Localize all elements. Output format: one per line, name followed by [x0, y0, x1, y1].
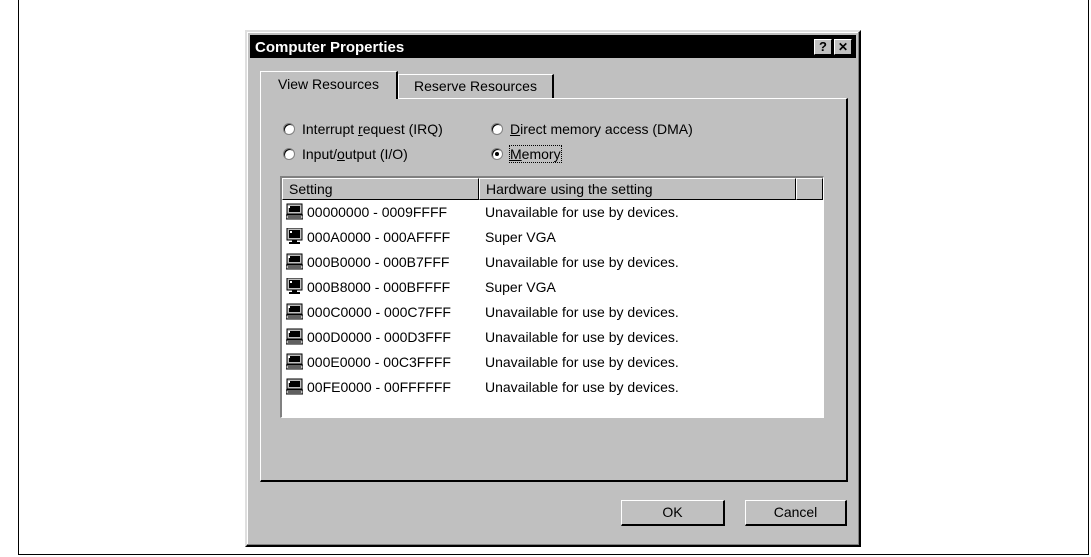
- hardware-cell: Unavailable for use by devices.: [485, 379, 679, 395]
- radio-dma[interactable]: Direct memory access (DMA): [491, 121, 693, 137]
- tab-reserve-resources-label: Reserve Resources: [414, 78, 537, 94]
- setting-cell: 000E0000 - 00C3FFFF: [307, 354, 451, 370]
- hardware-cell: Super VGA: [485, 279, 556, 295]
- tab-reserve-resources[interactable]: Reserve Resources: [398, 74, 554, 98]
- radio-memory-circle[interactable]: [491, 148, 503, 160]
- radio-io-circle[interactable]: [283, 148, 295, 160]
- cancel-button[interactable]: Cancel: [745, 500, 847, 526]
- column-header-hardware[interactable]: Hardware using the setting: [479, 178, 796, 200]
- radio-io[interactable]: Input/output (I/O): [283, 146, 408, 162]
- help-button[interactable]: ?: [814, 39, 832, 55]
- radio-memory-label: Memory: [509, 145, 562, 163]
- computer-icon: [285, 328, 304, 345]
- table-row[interactable]: 00000000 - 0009FFFF Unavailable for use b…: [282, 200, 823, 224]
- table-row[interactable]: 000A0000 - 000AFFFF Super VGA: [282, 225, 823, 249]
- table-row[interactable]: 000C0000 - 000C7FFF Unavailable for use b…: [282, 300, 823, 324]
- setting-cell: 000C0000 - 000C7FFF: [307, 304, 451, 320]
- close-button[interactable]: ✕: [834, 39, 852, 55]
- computer-icon: [285, 378, 304, 395]
- hardware-cell: Unavailable for use by devices.: [485, 254, 679, 270]
- tab-view-resources[interactable]: View Resources: [260, 71, 398, 99]
- radio-irq[interactable]: Interrupt request (IRQ): [283, 121, 443, 137]
- setting-cell: 000D0000 - 000D3FFF: [307, 329, 451, 345]
- tab-view-resources-label: View Resources: [278, 76, 379, 92]
- hardware-cell: Unavailable for use by devices.: [485, 304, 679, 320]
- monitor-icon: [286, 227, 303, 245]
- computer-icon: [285, 303, 304, 320]
- table-row[interactable]: 000B8000 - 000BFFFF Super VGA: [282, 275, 823, 299]
- computer-icon: [285, 353, 304, 370]
- computer-icon: [285, 253, 304, 270]
- setting-cell: 00FE0000 - 00FFFFFF: [307, 379, 451, 395]
- radio-io-label: Input/output (I/O): [302, 146, 408, 162]
- hardware-cell: Unavailable for use by devices.: [485, 204, 679, 220]
- table-row[interactable]: 000E0000 - 00C3FFFF Unavailable for use b…: [282, 350, 823, 374]
- monitor-icon: [286, 277, 303, 295]
- radio-irq-label: Interrupt request (IRQ): [302, 121, 443, 137]
- hardware-cell: Unavailable for use by devices.: [485, 354, 679, 370]
- column-header-setting[interactable]: Setting: [282, 178, 479, 200]
- title-bar[interactable]: Computer Properties ? ✕: [250, 35, 856, 58]
- radio-irq-circle[interactable]: [283, 123, 295, 135]
- column-header-filler: [796, 178, 823, 200]
- hardware-cell: Super VGA: [485, 229, 556, 245]
- table-row[interactable]: 000D0000 - 000D3FFF Unavailable for use b…: [282, 325, 823, 349]
- setting-cell: 000A0000 - 000AFFFF: [307, 229, 451, 245]
- resource-list[interactable]: Setting Hardware using the setting 00000…: [280, 176, 824, 418]
- hardware-cell: Unavailable for use by devices.: [485, 329, 679, 345]
- table-row[interactable]: 000B0000 - 000B7FFF Unavailable for use b…: [282, 250, 823, 274]
- computer-properties-dialog: Computer Properties ? ✕ View Resources R…: [245, 30, 861, 547]
- ok-button[interactable]: OK: [621, 500, 725, 526]
- window-title: Computer Properties: [255, 39, 405, 56]
- setting-cell: 000B8000 - 000BFFFF: [307, 279, 451, 295]
- setting-cell: 00000000 - 0009FFFF: [307, 204, 448, 220]
- computer-icon: [285, 203, 304, 220]
- radio-dma-circle[interactable]: [491, 123, 503, 135]
- setting-cell: 000B0000 - 000B7FFF: [307, 254, 450, 270]
- radio-memory[interactable]: Memory: [491, 145, 562, 163]
- radio-dma-label: Direct memory access (DMA): [510, 121, 693, 137]
- table-row[interactable]: 00FE0000 - 00FFFFFF Unavailable for use b…: [282, 375, 823, 399]
